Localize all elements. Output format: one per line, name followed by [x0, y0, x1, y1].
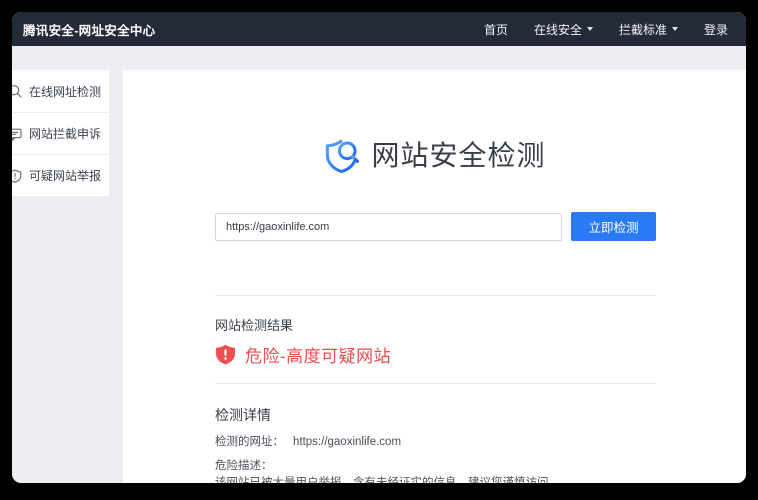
shield-report-icon: [12, 169, 22, 183]
chevron-down-icon: [672, 27, 678, 31]
browser-window: 腾讯安全-网址安全中心 首页 在线安全 拦截标准 登录: [12, 12, 746, 483]
screenshot-backdrop: 腾讯安全-网址安全中心 首页 在线安全 拦截标准 登录: [0, 0, 758, 500]
sidebar-item-label: 在线网址检测: [29, 83, 101, 100]
hero-header: 网站安全检测: [123, 70, 746, 176]
warning-shield-icon: [215, 344, 236, 365]
chevron-down-icon: [587, 27, 593, 31]
nav-item-home[interactable]: 首页: [484, 21, 508, 38]
search-icon: [12, 84, 22, 98]
verdict-row: 危险-高度可疑网站: [215, 342, 656, 366]
shield-magnifier-icon: [323, 137, 361, 175]
checked-url-line: 检测的网址： https://gaoxinlife.com: [215, 434, 656, 451]
checked-url-value: https://gaoxinlife.com: [293, 436, 401, 448]
section-divider: [215, 383, 656, 384]
sidebar-item-label: 网站拦截申诉: [29, 125, 101, 142]
risk-description-label: 危险描述：: [215, 458, 656, 475]
page-body: 在线网址检测 网站拦截申诉: [12, 46, 746, 483]
nav-item-block-standard-label: 拦截标准: [619, 21, 667, 38]
url-check-form: 立即检测: [215, 212, 656, 241]
result-section-title: 网站检测结果: [215, 317, 656, 335]
chat-bubble-icon: [12, 127, 22, 141]
main-panel: 网站安全检测 立即检测 网站检测结果: [123, 70, 746, 483]
url-input[interactable]: [215, 213, 562, 241]
top-navbar: 腾讯安全-网址安全中心 首页 在线安全 拦截标准 登录: [12, 12, 746, 46]
sidebar-item-label: 可疑网站举报: [29, 167, 101, 184]
details-section-title: 检测详情: [215, 405, 656, 425]
verdict-text: 危险-高度可疑网站: [245, 342, 391, 367]
sidebar-item-report-site[interactable]: 可疑网站举报: [12, 154, 109, 196]
risk-description-text: 该网站已被大量用户举报，含有未经证实的信息，建议您谨慎访问: [215, 475, 656, 483]
content-column: 立即检测 网站检测结果 危险-高度可疑网站: [215, 212, 656, 483]
nav-item-online-security-label: 在线安全: [534, 21, 582, 38]
nav-item-home-label: 首页: [484, 21, 508, 38]
nav-item-block-standard[interactable]: 拦截标准: [619, 21, 678, 38]
checked-url-label: 检测的网址：: [215, 436, 284, 448]
nav-item-login[interactable]: 登录: [704, 21, 728, 38]
nav-item-online-security[interactable]: 在线安全: [534, 21, 593, 38]
section-divider: [215, 295, 656, 296]
sidebar: 在线网址检测 网站拦截申诉: [12, 70, 109, 196]
sidebar-item-url-check[interactable]: 在线网址检测: [12, 70, 109, 112]
nav-item-login-label: 登录: [704, 21, 728, 38]
nav-links: 首页 在线安全 拦截标准 登录: [484, 21, 728, 38]
brand-title[interactable]: 腾讯安全-网址安全中心: [23, 20, 155, 39]
check-now-button[interactable]: 立即检测: [571, 212, 656, 241]
sidebar-item-block-appeal[interactable]: 网站拦截申诉: [12, 112, 109, 154]
page-title: 网站安全检测: [371, 136, 545, 176]
